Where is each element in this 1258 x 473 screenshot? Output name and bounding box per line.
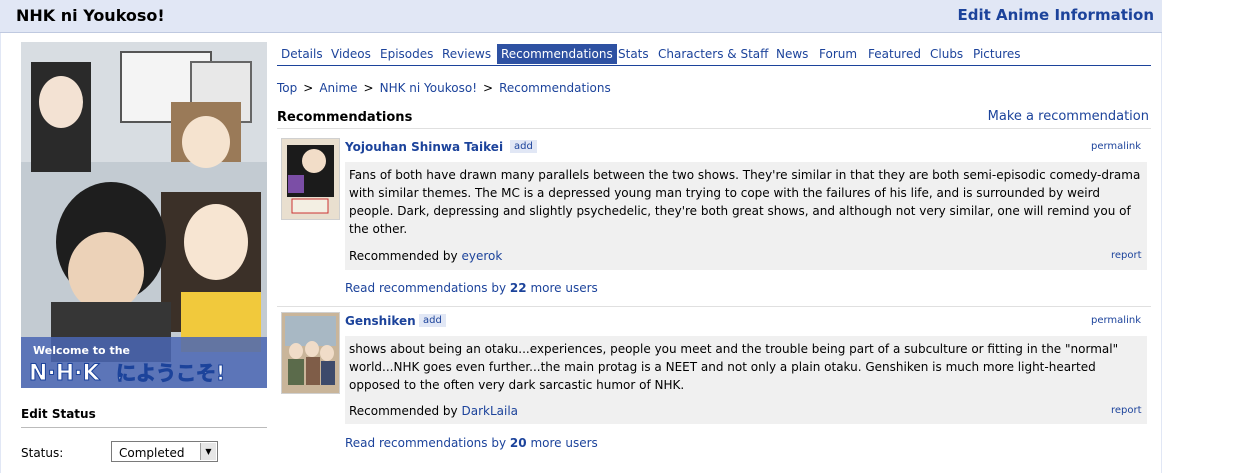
recommender-user-link[interactable]: DarkLaila [461, 404, 518, 418]
add-to-list-button[interactable]: add [510, 140, 537, 153]
tab-episodes[interactable]: Episodes [380, 44, 433, 64]
rec-thumbnail[interactable] [281, 138, 340, 220]
tab-stats[interactable]: Stats [618, 44, 649, 64]
recommender-user-link[interactable]: eyerok [461, 249, 502, 263]
status-label: Status: [21, 446, 64, 460]
read-more-count: 20 [509, 436, 527, 450]
rec-divider [277, 306, 1151, 307]
anime-tabs: Details Videos Episodes Reviews Recommen… [277, 44, 1151, 66]
read-more-prefix: Read recommendations by [345, 281, 507, 295]
rec-anime-title[interactable]: Yojouhan Shinwa Taikei [345, 140, 503, 154]
poster-logo-line3: にようこそ! [116, 361, 225, 385]
tab-clubs[interactable]: Clubs [930, 44, 963, 64]
rec-text: shows about being an otaku...experiences… [349, 342, 1119, 392]
read-more-suffix: more users [530, 436, 598, 450]
rec-text: Fans of both have drawn many parallels b… [349, 168, 1141, 236]
recommended-by-label: Recommended by [349, 249, 458, 263]
rec-thumbnail-image [282, 313, 339, 393]
tab-featured[interactable]: Featured [868, 44, 921, 64]
read-more-count: 22 [509, 281, 527, 295]
recommended-by: Recommended by eyerok [349, 249, 502, 263]
poster-logo-line1: Welcome to the [33, 344, 130, 357]
rec-thumbnail[interactable] [281, 312, 340, 394]
dropdown-arrow-icon[interactable]: ▼ [200, 443, 216, 460]
read-more-prefix: Read recommendations by [345, 436, 507, 450]
tab-recommendations[interactable]: Recommendations [497, 44, 617, 64]
breadcrumb-separator: > [303, 81, 314, 95]
breadcrumb: Top > Anime > NHK ni Youkoso! > Recommendation… [277, 81, 611, 95]
tab-news[interactable]: News [776, 44, 808, 64]
permalink-link[interactable]: permalink [1091, 141, 1141, 152]
recommended-by: Recommended by DarkLaila [349, 404, 518, 418]
tab-forum[interactable]: Forum [819, 44, 857, 64]
tab-details[interactable]: Details [281, 44, 323, 64]
read-more-link[interactable]: Read recommendations by 22 more users [345, 281, 598, 295]
rec-thumbnail-image [282, 139, 339, 219]
report-link[interactable]: report [1111, 405, 1142, 416]
read-more-suffix: more users [530, 281, 598, 295]
breadcrumb-top[interactable]: Top [277, 81, 297, 95]
make-recommendation-link[interactable]: Make a recommendation [988, 109, 1149, 124]
breadcrumb-separator: > [483, 81, 494, 95]
status-select-value: Completed [119, 446, 185, 460]
anime-poster[interactable]: Welcome to the N·H·K にようこそ! [21, 42, 267, 388]
status-select[interactable]: Completed ▼ [111, 441, 218, 462]
poster-logo-line2: N·H·K [29, 361, 101, 386]
tab-reviews[interactable]: Reviews [442, 44, 491, 64]
read-more-link[interactable]: Read recommendations by 20 more users [345, 436, 598, 450]
anime-title: NHK ni Youkoso! [16, 6, 165, 25]
edit-status-heading: Edit Status [21, 407, 267, 428]
recommended-by-label: Recommended by [349, 404, 458, 418]
tab-characters-staff[interactable]: Characters & Staff [658, 44, 768, 64]
tab-videos[interactable]: Videos [331, 44, 371, 64]
heading-divider [277, 128, 1151, 129]
permalink-link[interactable]: permalink [1091, 315, 1141, 326]
breadcrumb-separator: > [363, 81, 374, 95]
report-link[interactable]: report [1111, 250, 1142, 261]
rec-anime-title[interactable]: Genshiken [345, 314, 416, 328]
breadcrumb-anime[interactable]: Anime [319, 81, 357, 95]
breadcrumb-anime-title[interactable]: NHK ni Youkoso! [380, 81, 477, 95]
poster-image: Welcome to the N·H·K にようこそ! [21, 42, 267, 388]
recommendations-heading: Recommendations [277, 110, 413, 125]
tab-pictures[interactable]: Pictures [973, 44, 1021, 64]
edit-anime-info-link[interactable]: Edit Anime Information [957, 6, 1154, 24]
breadcrumb-recommendations[interactable]: Recommendations [499, 81, 611, 95]
page-header: NHK ni Youkoso! Edit Anime Information [0, 0, 1162, 33]
add-to-list-button[interactable]: add [419, 314, 446, 327]
